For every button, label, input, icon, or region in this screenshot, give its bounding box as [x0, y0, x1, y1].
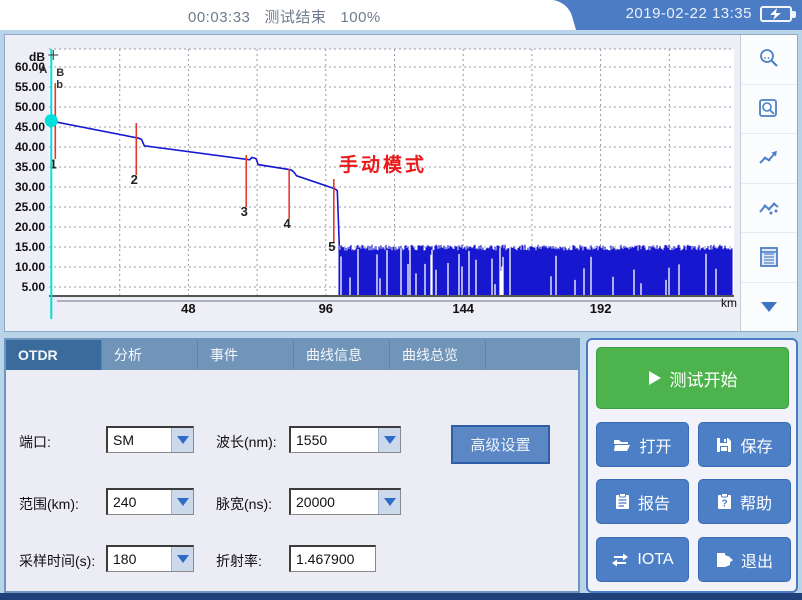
- zoom-area-icon: [757, 97, 781, 121]
- wavelength-label: 波长(nm):: [216, 432, 277, 452]
- grid-table-icon: [757, 245, 781, 269]
- svg-text:B: B: [56, 67, 64, 79]
- range-label: 范围(km):: [19, 494, 79, 514]
- collapse-chart-button[interactable]: [741, 283, 797, 332]
- loop-arrows-icon: [611, 552, 629, 567]
- svg-text:40.00: 40.00: [15, 140, 45, 154]
- help-button[interactable]: ? 帮助: [698, 479, 791, 524]
- svg-text:5: 5: [328, 239, 335, 254]
- bottom-frame-bar: [0, 593, 802, 600]
- tab-trace-info[interactable]: 曲线信息: [294, 340, 390, 370]
- wavelength-dropdown[interactable]: 1550: [289, 426, 401, 453]
- tab-bar: OTDR 分析 事件 曲线信息 曲线总览: [6, 340, 578, 370]
- main-frame: 60.0055.0050.0045.0040.0035.0030.0025.00…: [0, 30, 802, 600]
- save-button[interactable]: 保存: [698, 422, 791, 467]
- svg-text:30.00: 30.00: [15, 180, 45, 194]
- chart-toolbar: [740, 35, 797, 331]
- trace-scatter-icon: [757, 196, 781, 220]
- svg-text:192: 192: [590, 301, 612, 316]
- play-icon: [648, 370, 662, 386]
- dropdown-arrow-icon[interactable]: [171, 547, 193, 571]
- tab-otdr[interactable]: OTDR: [6, 340, 102, 370]
- svg-text:50.00: 50.00: [15, 100, 45, 114]
- port-value: SM: [108, 428, 171, 452]
- svg-text:96: 96: [319, 301, 333, 316]
- tab-analysis[interactable]: 分析: [102, 340, 198, 370]
- clipboard-report-icon: [615, 493, 630, 510]
- range-value: 240: [108, 490, 171, 514]
- sample-time-label: 采样时间(s):: [19, 551, 95, 571]
- report-button[interactable]: 报告: [596, 479, 689, 524]
- trace-view-button[interactable]: [741, 134, 797, 184]
- svg-text:4: 4: [284, 216, 292, 231]
- svg-text:b: b: [56, 79, 63, 91]
- pulse-width-dropdown[interactable]: 20000: [289, 488, 401, 515]
- svg-text:dB: dB: [29, 50, 45, 64]
- exit-button[interactable]: 退出: [698, 537, 791, 582]
- start-test-button[interactable]: 测试开始: [596, 347, 789, 409]
- magnifier-icon: [757, 47, 781, 71]
- svg-text:10.00: 10.00: [15, 260, 45, 274]
- port-dropdown[interactable]: SM: [106, 426, 194, 453]
- svg-text:15.00: 15.00: [15, 240, 45, 254]
- tab-events[interactable]: 事件: [198, 340, 294, 370]
- tab-trace-overview[interactable]: 曲线总览: [390, 340, 486, 370]
- sample-time-value: 180: [108, 547, 171, 571]
- chevron-down-icon: [757, 298, 781, 316]
- pulse-width-label: 脉宽(ns):: [216, 494, 272, 514]
- range-dropdown[interactable]: 240: [106, 488, 194, 515]
- trace-chart-panel: 60.0055.0050.0045.0040.0035.0030.0025.00…: [4, 34, 798, 332]
- svg-text:35.00: 35.00: [15, 160, 45, 174]
- dropdown-arrow-icon[interactable]: [378, 490, 400, 514]
- otdr-app-screen: 00:03:33测试结束100% 2019-02-22 13:35 60.005…: [0, 0, 802, 600]
- svg-text:km: km: [721, 296, 737, 310]
- exit-door-icon: [716, 552, 733, 568]
- battery-charging-icon: [760, 6, 792, 22]
- save-floppy-icon: [716, 437, 732, 453]
- svg-text:48: 48: [181, 301, 195, 316]
- status-summary: 00:03:33 测试结束 100%: [188, 6, 395, 27]
- port-label: 端口:: [19, 432, 51, 452]
- folder-open-icon: [613, 437, 631, 452]
- otdr-settings-form: 端口: SM 波长(nm): 1550 高级设置 范围(km): 240 脉宽(…: [6, 370, 578, 591]
- dropdown-arrow-icon[interactable]: [171, 428, 193, 452]
- dropdown-arrow-icon[interactable]: [171, 490, 193, 514]
- header-right-group: 2019-02-22 13:35: [626, 5, 792, 22]
- svg-text:2: 2: [131, 172, 138, 187]
- dropdown-arrow-icon[interactable]: [378, 428, 400, 452]
- wavelength-value: 1550: [291, 428, 378, 452]
- settings-panel: OTDR 分析 事件 曲线信息 曲线总览 端口: SM 波长(nm): 1550…: [4, 338, 580, 593]
- help-question-icon: ?: [717, 493, 732, 510]
- svg-text:5.00: 5.00: [22, 280, 46, 294]
- iota-button[interactable]: IOTA: [596, 537, 689, 582]
- svg-text:20.00: 20.00: [15, 220, 45, 234]
- svg-text:55.00: 55.00: [15, 80, 45, 94]
- refraction-label: 折射率:: [216, 551, 262, 571]
- actions-panel: 测试开始 打开 保存: [586, 338, 798, 593]
- open-button[interactable]: 打开: [596, 422, 689, 467]
- svg-text:144: 144: [452, 301, 474, 316]
- sample-time-dropdown[interactable]: 180: [106, 545, 194, 572]
- svg-text:手动模式: 手动模式: [339, 153, 427, 176]
- progress-percent: 100%: [340, 9, 380, 26]
- elapsed-time: 00:03:33: [188, 9, 250, 26]
- advanced-settings-button[interactable]: 高级设置: [451, 425, 550, 464]
- datetime-label: 2019-02-22 13:35: [626, 5, 752, 22]
- pulse-width-value: 20000: [291, 490, 378, 514]
- multi-trace-view-button[interactable]: [741, 184, 797, 234]
- svg-text:25.00: 25.00: [15, 200, 45, 214]
- status-bar: 00:03:33 测试结束 100% 2019-02-22 13:35: [0, 0, 802, 30]
- zoom-area-button[interactable]: [741, 85, 797, 135]
- svg-text:3: 3: [241, 204, 248, 219]
- svg-text:?: ?: [721, 499, 727, 510]
- test-status: 测试结束: [264, 9, 326, 26]
- trace-up-icon: [757, 146, 781, 170]
- event-table-button[interactable]: [741, 233, 797, 283]
- svg-text:45.00: 45.00: [15, 120, 45, 134]
- refraction-input[interactable]: 1.467900: [289, 545, 376, 572]
- otdr-chart[interactable]: 60.0055.0050.0045.0040.0035.0030.0025.00…: [5, 35, 741, 331]
- zoom-tool-button[interactable]: [741, 35, 797, 85]
- svg-text:A: A: [39, 64, 47, 76]
